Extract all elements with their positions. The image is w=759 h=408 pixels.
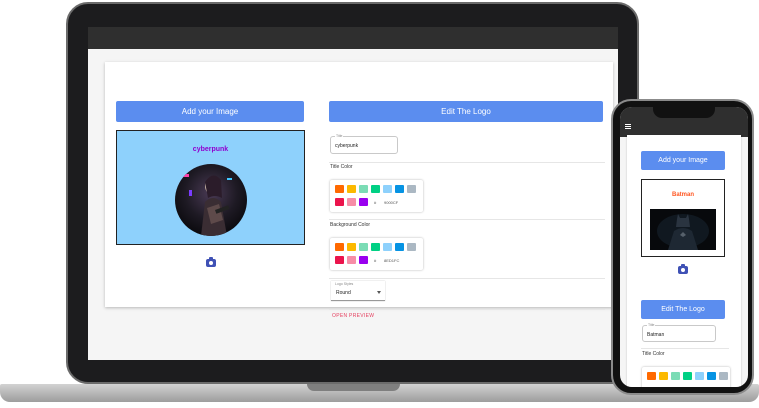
color-swatch[interactable]: [347, 243, 356, 251]
color-swatch[interactable]: [407, 185, 416, 193]
logo-preview: cyberpunk: [116, 130, 305, 245]
divider: [329, 162, 605, 163]
logo-image-cyberpunk: [175, 164, 247, 236]
color-swatch[interactable]: [683, 372, 692, 380]
background-color-picker[interactable]: # 8ED1FC: [330, 238, 423, 270]
color-swatch[interactable]: [371, 185, 380, 193]
color-swatch[interactable]: [707, 372, 716, 380]
hash-symbol: #: [374, 258, 377, 263]
title-color-picker[interactable]: [642, 367, 730, 387]
color-swatch[interactable]: [347, 198, 356, 206]
laptop-screen: Add your Image cyberpunk Edit The Logo T…: [88, 27, 618, 360]
divider: [329, 219, 605, 220]
color-swatch[interactable]: [359, 243, 368, 251]
phone-logo-editor-card: Add your Image Batman Edit The Logo Titl…: [627, 135, 741, 387]
menu-icon[interactable]: [625, 124, 631, 129]
color-swatch[interactable]: [695, 372, 704, 380]
color-swatch[interactable]: [395, 243, 404, 251]
color-swatch[interactable]: [335, 256, 344, 264]
color-swatch[interactable]: [383, 243, 392, 251]
chevron-down-icon: [377, 291, 381, 294]
phone-notch: [653, 104, 715, 118]
title-field-label: Title: [647, 323, 656, 327]
title-field[interactable]: Title Batman: [642, 323, 716, 342]
color-swatch[interactable]: [395, 185, 404, 193]
color-swatch[interactable]: [347, 256, 356, 264]
logo-preview-title: cyberpunk: [192, 146, 229, 153]
phone-screen: Add your Image Batman Edit The Logo Titl…: [620, 107, 748, 387]
title-color-picker[interactable]: # 9000CF: [330, 180, 423, 212]
color-swatch[interactable]: [359, 256, 368, 264]
logo-editor-card: Add your Image cyberpunk Edit The Logo T…: [105, 62, 613, 319]
edit-logo-button[interactable]: Edit The Logo: [329, 101, 603, 122]
add-image-button[interactable]: Add your Image: [116, 101, 304, 122]
color-swatch[interactable]: [407, 243, 416, 251]
color-swatch[interactable]: [347, 185, 356, 193]
color-swatch[interactable]: [383, 185, 392, 193]
title-input[interactable]: cyberpunk: [335, 143, 358, 149]
color-swatch[interactable]: [359, 185, 368, 193]
color-swatch[interactable]: [659, 372, 668, 380]
title-field-label: Title: [335, 134, 344, 138]
camera-icon[interactable]: [678, 264, 688, 274]
title-color-label: Title Color: [642, 351, 665, 357]
background-color-label: Background Color: [330, 222, 371, 228]
laptop-trackpad-notch: [307, 384, 400, 391]
background-color-hex-input[interactable]: 8ED1FC: [384, 258, 399, 263]
divider: [329, 278, 605, 279]
camera-icon[interactable]: [206, 257, 216, 267]
open-preview-link[interactable]: OPEN PREVIEW: [332, 313, 374, 319]
edit-logo-button[interactable]: Edit The Logo: [641, 300, 725, 319]
divider: [641, 348, 729, 349]
color-swatch[interactable]: [335, 198, 344, 206]
color-swatch[interactable]: [719, 372, 728, 380]
title-color-label: Title Color: [330, 164, 353, 170]
color-swatch[interactable]: [371, 243, 380, 251]
logo-image-batman: [650, 209, 716, 250]
device-mockup-stage: Add your Image cyberpunk Edit The Logo T…: [0, 0, 759, 408]
logo-styles-label: Logo Styles: [335, 282, 354, 286]
color-swatch[interactable]: [647, 372, 656, 380]
title-field[interactable]: Title cyberpunk: [330, 134, 398, 154]
logo-styles-select[interactable]: Logo Styles Round: [331, 281, 385, 301]
color-swatch[interactable]: [359, 198, 368, 206]
logo-preview-title: Batman: [671, 192, 694, 198]
logo-preview: Batman: [641, 179, 725, 257]
logo-styles-value: Round: [336, 290, 351, 296]
color-swatch[interactable]: [335, 185, 344, 193]
hash-symbol: #: [374, 200, 377, 205]
app-top-bar: [88, 27, 618, 49]
divider: [329, 309, 605, 310]
title-input[interactable]: Batman: [647, 332, 664, 338]
title-color-hex-input[interactable]: 9000CF: [384, 200, 398, 205]
color-swatch[interactable]: [335, 243, 344, 251]
add-image-button[interactable]: Add your Image: [641, 151, 725, 170]
color-swatch[interactable]: [671, 372, 680, 380]
